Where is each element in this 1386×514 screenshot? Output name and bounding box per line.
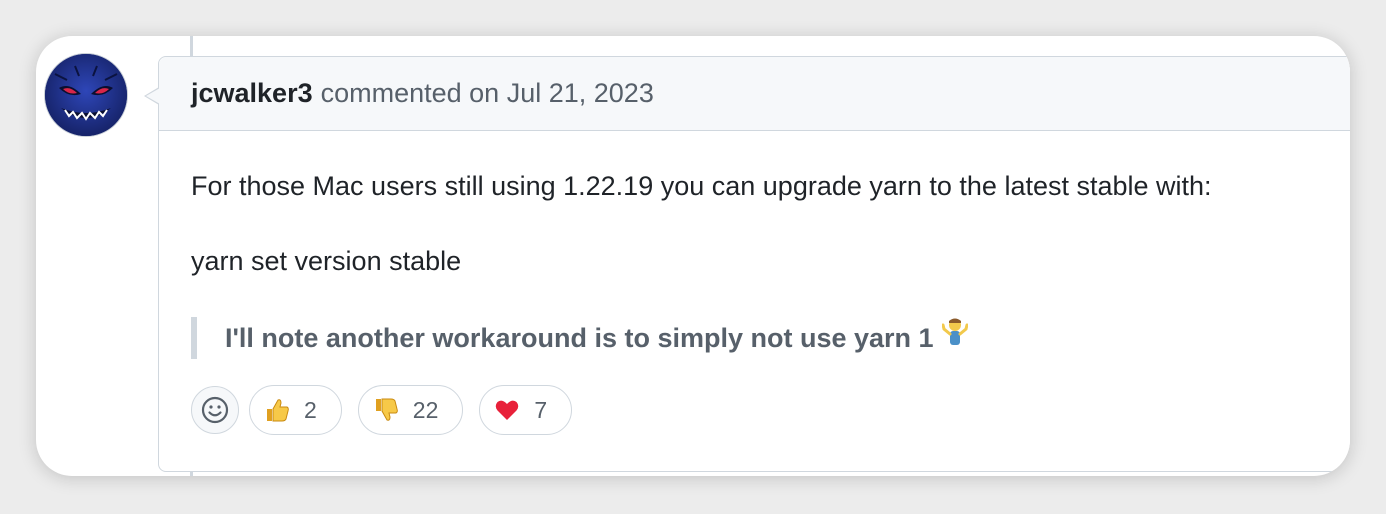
thumbs-down-icon <box>371 395 401 425</box>
reactions-bar: 2 22 7 <box>191 385 588 435</box>
reaction-count: 22 <box>412 396 439 423</box>
comment-header: jcwalker3 commented on Jul 21, 2023 <box>159 57 1350 131</box>
comment-box: jcwalker3 commented on Jul 21, 2023 For … <box>144 56 1350 472</box>
add-reaction-button[interactable] <box>191 386 239 434</box>
reaction-heart-button[interactable]: 7 <box>479 385 573 435</box>
comment-card: jcwalker3 commented on Jul 21, 2023 For … <box>36 36 1350 476</box>
quote-text: I'll note another workaround is to simpl… <box>225 323 934 354</box>
reaction-count: 7 <box>534 396 548 423</box>
avatar[interactable] <box>44 53 128 137</box>
thumbs-up-icon <box>262 395 292 425</box>
reaction-count: 2 <box>304 396 317 423</box>
reaction-thumbs-down-button[interactable]: 22 <box>357 385 464 435</box>
comment-body: For those Mac users still using 1.22.19 … <box>159 131 1350 360</box>
comment-action: commented on <box>320 78 500 108</box>
heart-icon <box>492 395 522 425</box>
reaction-thumbs-up-button[interactable]: 2 <box>249 385 342 435</box>
comment-date[interactable]: Jul 21, 2023 <box>507 78 654 109</box>
smiley-icon <box>201 396 229 424</box>
author-link[interactable]: jcwalker3 <box>191 78 313 109</box>
comment-paragraph: For those Mac users still using 1.22.19 … <box>191 171 1212 201</box>
comment-paragraph: yarn set version stable <box>191 246 462 277</box>
shrug-emoji-icon <box>941 317 969 359</box>
blockquote: I'll note another workaround is to simpl… <box>191 317 1347 360</box>
